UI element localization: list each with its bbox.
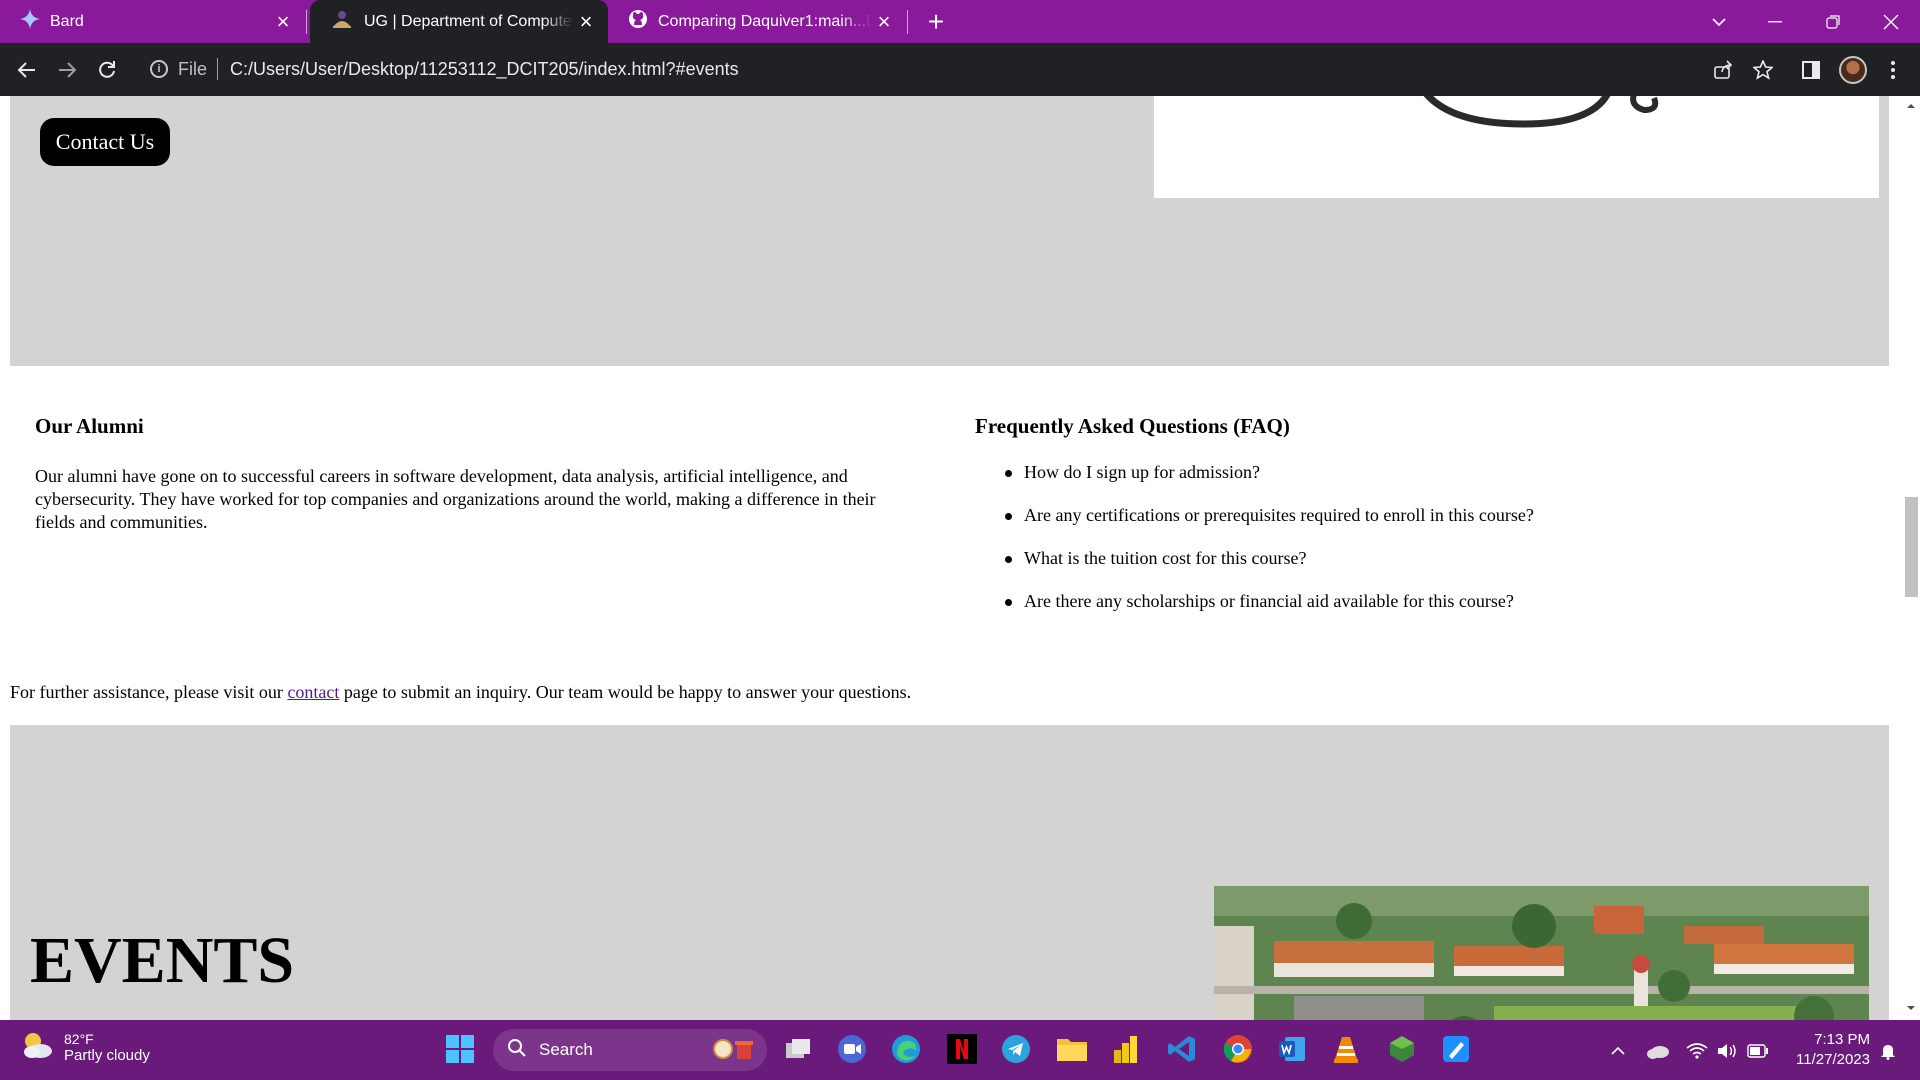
vlc-icon[interactable] <box>1330 1033 1362 1065</box>
address-scheme: File <box>178 58 208 79</box>
onedrive-cloud-icon[interactable] <box>1644 1040 1672 1062</box>
assistance-text: For further assistance, please visit our… <box>10 682 911 703</box>
tray-overflow-chevron-icon[interactable] <box>1606 1040 1630 1062</box>
share-icon[interactable] <box>1708 55 1738 85</box>
faq-item: Are any certifications or prerequisites … <box>975 505 1534 548</box>
profile-avatar[interactable] <box>1838 55 1868 85</box>
events-section: EVENTS <box>10 725 1889 1020</box>
assistance-text-before: For further assistance, please visit our <box>10 682 288 702</box>
github-icon <box>628 9 648 34</box>
back-arrow-icon[interactable] <box>12 55 42 85</box>
scroll-thumb[interactable] <box>1905 497 1918 597</box>
faq-item: What is the tuition cost for this course… <box>975 548 1534 591</box>
contact-us-button[interactable]: Contact Us <box>40 118 170 166</box>
alumni-heading: Our Alumni <box>35 414 144 438</box>
paint-icon[interactable] <box>1440 1033 1472 1065</box>
tab-title: UG | Department of Computer Science <box>364 12 574 30</box>
events-heading: EVENTS <box>30 924 295 997</box>
forward-arrow-icon[interactable] <box>52 55 82 85</box>
alumni-paragraph: Our alumni have gone on to successful ca… <box>35 466 876 532</box>
faq-item: How do I sign up for admission? <box>975 462 1534 505</box>
hero-section: Contact Us <box>10 96 1889 366</box>
hero-illustration <box>1423 96 1659 128</box>
vscode-icon[interactable] <box>1166 1033 1198 1065</box>
close-window-button[interactable] <box>1868 0 1914 43</box>
ug-crest-icon <box>330 8 354 35</box>
clock-date: 11/27/2023 <box>1796 1051 1870 1068</box>
close-tab-icon[interactable]: × <box>574 9 598 34</box>
telegram-icon[interactable] <box>1000 1033 1032 1065</box>
address-divider <box>217 58 219 80</box>
netflix-icon[interactable] <box>946 1033 978 1065</box>
faq-item: Are there any scholarships or financial … <box>975 591 1534 634</box>
wifi-icon[interactable] <box>1684 1040 1710 1062</box>
restore-button[interactable] <box>1810 0 1856 43</box>
file-explorer-icon[interactable] <box>1056 1033 1088 1065</box>
windows-start-icon[interactable] <box>444 1033 476 1065</box>
weather-widget[interactable]: 82°F Partly cloudy <box>20 1030 150 1065</box>
weather-temp: 82°F <box>64 1031 94 1047</box>
campus-aerial-image <box>1214 886 1869 1020</box>
zoom-icon[interactable] <box>836 1033 868 1065</box>
address-bar[interactable]: i File C:/Users/User/Desktop/11253112_DC… <box>136 49 1726 89</box>
hero-illustration-card <box>1154 96 1879 198</box>
tab-title: Comparing Daquiver1:main...Dzi <box>658 12 872 30</box>
address-url[interactable]: C:/Users/User/Desktop/11253112_DCIT205/i… <box>230 59 739 80</box>
tab-bard[interactable]: Bard × <box>0 0 305 43</box>
edge-icon[interactable] <box>890 1033 922 1065</box>
faq-list: How do I sign up for admission? Are any … <box>975 462 1534 634</box>
chrome-icon[interactable] <box>1222 1033 1254 1065</box>
new-tab-button[interactable]: + <box>920 0 952 43</box>
task-view-icon[interactable] <box>782 1033 814 1065</box>
faq-heading: Frequently Asked Questions (FAQ) <box>975 414 1290 438</box>
bard-sparkle-icon <box>20 9 40 34</box>
minimize-button[interactable] <box>1752 0 1798 43</box>
close-tab-icon[interactable]: × <box>872 9 896 34</box>
tab-divider <box>907 10 908 34</box>
tab-github-compare[interactable]: Comparing Daquiver1:main...Dzi × <box>608 0 906 43</box>
close-tab-icon[interactable]: × <box>271 9 295 34</box>
taskbar-clock[interactable]: 7:13 PM 11/27/2023 <box>1786 1030 1870 1070</box>
bookmark-star-icon[interactable] <box>1748 55 1778 85</box>
side-panel-icon[interactable] <box>1796 55 1826 85</box>
tab-strip: Bard × UG | Department of Computer Scien… <box>0 0 1920 43</box>
assistance-text-after: page to submit an inquiry. Our team woul… <box>339 682 912 702</box>
weather-condition: Partly cloudy <box>64 1047 150 1064</box>
windows-taskbar: 82°F Partly cloudy Search 7:13 PM 11/27/… <box>0 1020 1920 1080</box>
volume-icon[interactable] <box>1714 1040 1740 1062</box>
scroll-down-arrow-icon[interactable] <box>1902 1002 1920 1014</box>
tab-search-chevron-icon[interactable] <box>1696 0 1742 43</box>
power-bi-icon[interactable] <box>1110 1033 1142 1065</box>
partly-cloudy-icon <box>20 1030 54 1065</box>
tab-title: Bard <box>50 12 84 30</box>
tab-divider <box>306 10 307 34</box>
taskbar-search[interactable]: Search <box>493 1029 767 1071</box>
site-info-icon[interactable]: i <box>150 60 168 78</box>
word-icon[interactable] <box>1276 1033 1308 1065</box>
reload-icon[interactable] <box>92 55 122 85</box>
tab-ug-department[interactable]: UG | Department of Computer Science × <box>310 0 608 43</box>
nodejs-icon[interactable] <box>1386 1033 1418 1065</box>
notification-bell-icon[interactable] <box>1876 1040 1900 1062</box>
search-label: Search <box>539 1040 593 1059</box>
search-icon <box>507 1038 527 1063</box>
clock-app-icon <box>711 1035 755 1066</box>
scroll-up-arrow-icon[interactable] <box>1902 100 1920 112</box>
clock-time: 7:13 PM <box>1814 1031 1870 1048</box>
menu-kebab-icon[interactable] <box>1878 55 1908 85</box>
battery-icon[interactable] <box>1744 1040 1772 1062</box>
contact-link[interactable]: contact <box>287 682 339 702</box>
avatar <box>1839 56 1867 84</box>
page-viewport: Contact Us Our Alumni Our alumni have go… <box>0 96 1902 1020</box>
browser-toolbar: i File C:/Users/User/Desktop/11253112_DC… <box>0 43 1920 96</box>
